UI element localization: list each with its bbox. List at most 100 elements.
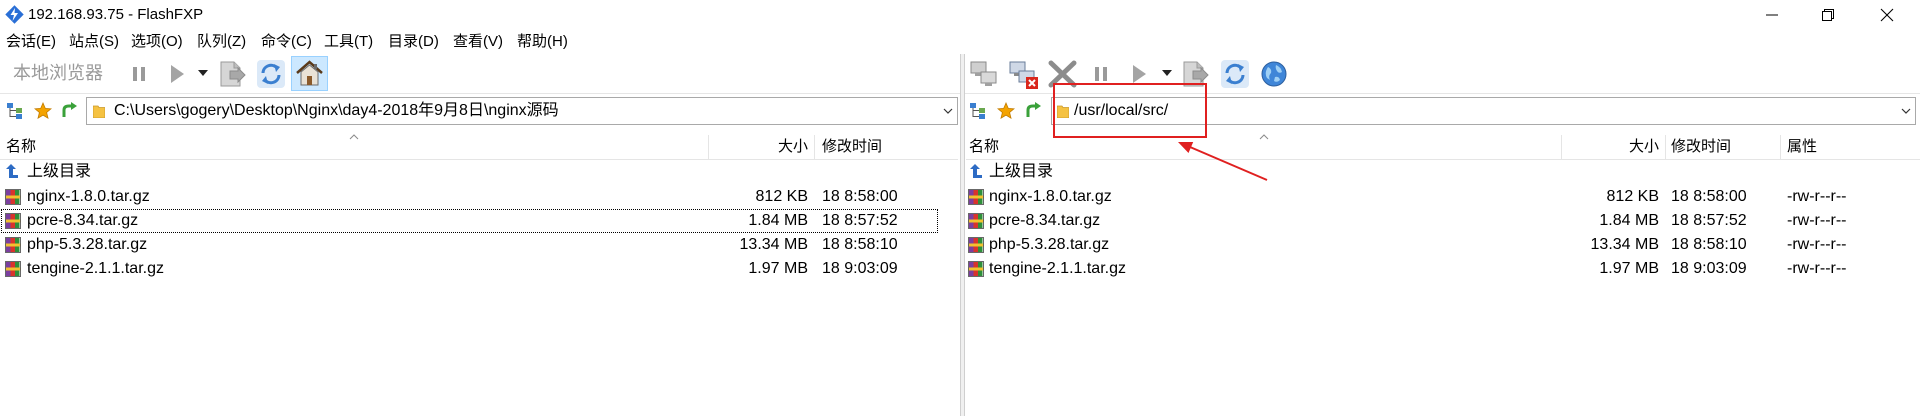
- disconnect-icon[interactable]: [1008, 59, 1039, 90]
- column-header-modified[interactable]: 修改时间: [822, 135, 882, 159]
- tree-view-icon[interactable]: [969, 102, 987, 120]
- menu-options[interactable]: 选项(O): [131, 29, 183, 54]
- home-button[interactable]: [291, 56, 328, 91]
- app-icon: [5, 5, 24, 24]
- parent-directory-icon: [6, 164, 18, 178]
- file-size: 1.84 MB: [748, 212, 808, 229]
- column-divider[interactable]: [708, 135, 709, 159]
- tree-view-icon[interactable]: [6, 102, 24, 120]
- file-attributes: -rw-r--r--: [1787, 212, 1847, 229]
- archive-file-icon: [5, 189, 21, 205]
- file-row[interactable]: tengine-2.1.1.tar.gz 1.97 MB 18 9:03:09: [0, 257, 958, 281]
- file-name: nginx-1.8.0.tar.gz: [989, 188, 1112, 205]
- column-divider[interactable]: [1561, 135, 1562, 159]
- go-back-icon[interactable]: [60, 102, 78, 120]
- file-size: 1.97 MB: [1599, 260, 1659, 277]
- chevron-down-icon[interactable]: [943, 108, 953, 114]
- file-modified: 18 9:03:09: [1671, 260, 1747, 277]
- file-row-selected[interactable]: pcre-8.34.tar.gz 1.84 MB 18 8:57:52: [0, 209, 958, 233]
- column-header-size[interactable]: 大小: [1568, 135, 1659, 159]
- file-row[interactable]: php-5.3.28.tar.gz 13.34 MB 18 8:58:10: [0, 233, 958, 257]
- archive-file-icon: [968, 189, 984, 205]
- folder-icon: [93, 105, 105, 118]
- menu-directory[interactable]: 目录(D): [388, 29, 439, 54]
- close-icon[interactable]: [1880, 8, 1894, 22]
- file-row[interactable]: nginx-1.8.0.tar.gz 812 KB 18 8:58:00: [0, 185, 958, 209]
- file-size: 812 KB: [755, 188, 808, 205]
- archive-file-icon: [968, 213, 984, 229]
- file-modified: 18 8:58:00: [822, 188, 898, 205]
- go-back-icon[interactable]: [1024, 102, 1042, 120]
- globe-icon[interactable]: [1259, 59, 1289, 89]
- minimize-icon[interactable]: [1765, 8, 1779, 22]
- dropdown-arrow-icon[interactable]: [198, 70, 208, 76]
- file-modified: 18 8:58:00: [1671, 188, 1747, 205]
- menu-commands[interactable]: 命令(C): [261, 29, 312, 54]
- menu-bar: 会话(E) 站点(S) 选项(O) 队列(Z) 命令(C) 工具(T) 目录(D…: [0, 29, 1920, 55]
- column-header-size[interactable]: 大小: [716, 135, 808, 159]
- file-name: tengine-2.1.1.tar.gz: [27, 260, 164, 277]
- parent-directory-label: 上级目录: [989, 163, 1054, 180]
- play-icon[interactable]: [1130, 63, 1148, 85]
- sort-ascending-icon: [349, 134, 359, 140]
- remote-column-header: 名称 大小 修改时间 属性: [966, 134, 1920, 160]
- favorites-star-icon[interactable]: [997, 102, 1015, 120]
- menu-tools[interactable]: 工具(T): [324, 29, 373, 54]
- column-header-name[interactable]: 名称: [969, 135, 999, 159]
- menu-queue[interactable]: 队列(Z): [197, 29, 246, 54]
- parent-directory-row[interactable]: 上级目录: [0, 160, 958, 184]
- refresh-icon[interactable]: [1220, 59, 1250, 89]
- parent-directory-label: 上级目录: [27, 163, 92, 180]
- parent-directory-icon: [970, 164, 982, 178]
- pane-splitter[interactable]: [960, 54, 965, 416]
- dropdown-arrow-icon[interactable]: [1162, 70, 1172, 76]
- menu-view[interactable]: 查看(V): [453, 29, 503, 54]
- menu-help[interactable]: 帮助(H): [517, 29, 568, 54]
- file-modified: 18 8:58:10: [822, 236, 898, 253]
- file-modified: 18 8:57:52: [822, 212, 898, 229]
- column-header-modified[interactable]: 修改时间: [1671, 135, 1731, 159]
- pause-icon[interactable]: [131, 64, 147, 84]
- play-icon[interactable]: [168, 63, 186, 85]
- parent-directory-row[interactable]: 上级目录: [966, 160, 1920, 184]
- file-modified: 18 8:57:52: [1671, 212, 1747, 229]
- file-attributes: -rw-r--r--: [1787, 260, 1847, 277]
- transfer-queue-icon[interactable]: [217, 59, 247, 89]
- file-size: 812 KB: [1606, 188, 1659, 205]
- file-size: 1.84 MB: [1599, 212, 1659, 229]
- local-browser-label[interactable]: 本地浏览器: [13, 54, 103, 93]
- column-divider[interactable]: [1665, 135, 1666, 159]
- column-divider[interactable]: [814, 135, 815, 159]
- file-size: 13.34 MB: [1590, 236, 1659, 253]
- column-header-attributes[interactable]: 属性: [1787, 135, 1817, 159]
- local-path-combo[interactable]: C:\Users\gogery\Desktop\Nginx\day4-2018年…: [86, 97, 958, 125]
- chevron-down-icon[interactable]: [1901, 108, 1911, 114]
- file-name: tengine-2.1.1.tar.gz: [989, 260, 1126, 277]
- file-size: 1.97 MB: [748, 260, 808, 277]
- connect-icon[interactable]: [969, 59, 999, 89]
- local-path-text[interactable]: C:\Users\gogery\Desktop\Nginx\day4-2018年…: [114, 98, 559, 124]
- file-attributes: -rw-r--r--: [1787, 188, 1847, 205]
- column-header-name[interactable]: 名称: [6, 135, 36, 159]
- file-row[interactable]: pcre-8.34.tar.gz 1.84 MB 18 8:57:52 -rw-…: [966, 209, 1920, 233]
- menu-session[interactable]: 会话(E): [6, 29, 56, 54]
- column-divider[interactable]: [1780, 135, 1781, 159]
- pause-icon[interactable]: [1093, 64, 1109, 84]
- file-name: nginx-1.8.0.tar.gz: [27, 188, 150, 205]
- file-attributes: -rw-r--r--: [1787, 236, 1847, 253]
- archive-file-icon: [968, 261, 984, 277]
- file-row[interactable]: tengine-2.1.1.tar.gz 1.97 MB 18 9:03:09 …: [966, 257, 1920, 281]
- annotation-arrow: [1178, 142, 1268, 181]
- menu-sites[interactable]: 站点(S): [69, 29, 119, 54]
- file-row[interactable]: php-5.3.28.tar.gz 13.34 MB 18 8:58:10 -r…: [966, 233, 1920, 257]
- home-icon: [296, 60, 323, 86]
- file-row[interactable]: nginx-1.8.0.tar.gz 812 KB 18 8:58:00 -rw…: [966, 185, 1920, 209]
- favorites-star-icon[interactable]: [34, 102, 52, 120]
- archive-file-icon: [5, 213, 21, 229]
- refresh-icon[interactable]: [256, 59, 286, 89]
- file-name: pcre-8.34.tar.gz: [27, 212, 139, 229]
- archive-file-icon: [968, 237, 984, 253]
- restore-icon[interactable]: [1821, 8, 1835, 22]
- file-name: pcre-8.34.tar.gz: [989, 212, 1101, 229]
- title-bar: 192.168.93.75 - FlashFXP: [0, 0, 1920, 29]
